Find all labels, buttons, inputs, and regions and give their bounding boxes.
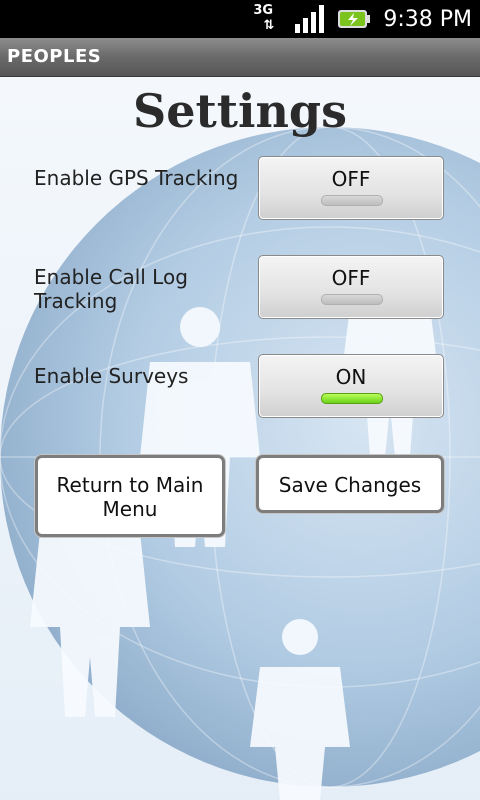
gps-tracking-toggle[interactable]: OFF (258, 156, 444, 220)
page-title: Settings (133, 84, 347, 138)
call-log-tracking-state: OFF (331, 266, 371, 290)
app-title-bar: PEOPLES (0, 38, 480, 77)
save-button-label: Save Changes (278, 473, 422, 497)
clock: 9:38 PM (383, 6, 472, 32)
return-to-main-menu-button[interactable]: Return to Main Menu (35, 455, 225, 537)
network-3g-icon: 3G ⇅ (253, 3, 275, 33)
surveys-label: Enable Surveys (34, 364, 189, 388)
battery-charging-icon (338, 10, 371, 28)
gps-tracking-label: Enable GPS Tracking (34, 166, 239, 190)
return-button-label: Return to Main Menu (56, 473, 204, 521)
call-log-tracking-toggle[interactable]: OFF (258, 255, 444, 319)
toggle-indicator (321, 195, 383, 206)
surveys-state: ON (335, 365, 367, 389)
app-title: PEOPLES (7, 46, 102, 67)
gps-tracking-state: OFF (331, 167, 371, 191)
toggle-indicator-on (321, 393, 383, 404)
surveys-toggle[interactable]: ON (258, 354, 444, 418)
status-bar: 3G ⇅ 9:38 PM (0, 0, 480, 38)
toggle-indicator (321, 294, 383, 305)
signal-strength-icon (295, 5, 325, 33)
network-type-label: 3G (253, 3, 274, 18)
save-changes-button[interactable]: Save Changes (256, 455, 444, 513)
call-log-tracking-label: Enable Call Log Tracking (34, 265, 188, 313)
